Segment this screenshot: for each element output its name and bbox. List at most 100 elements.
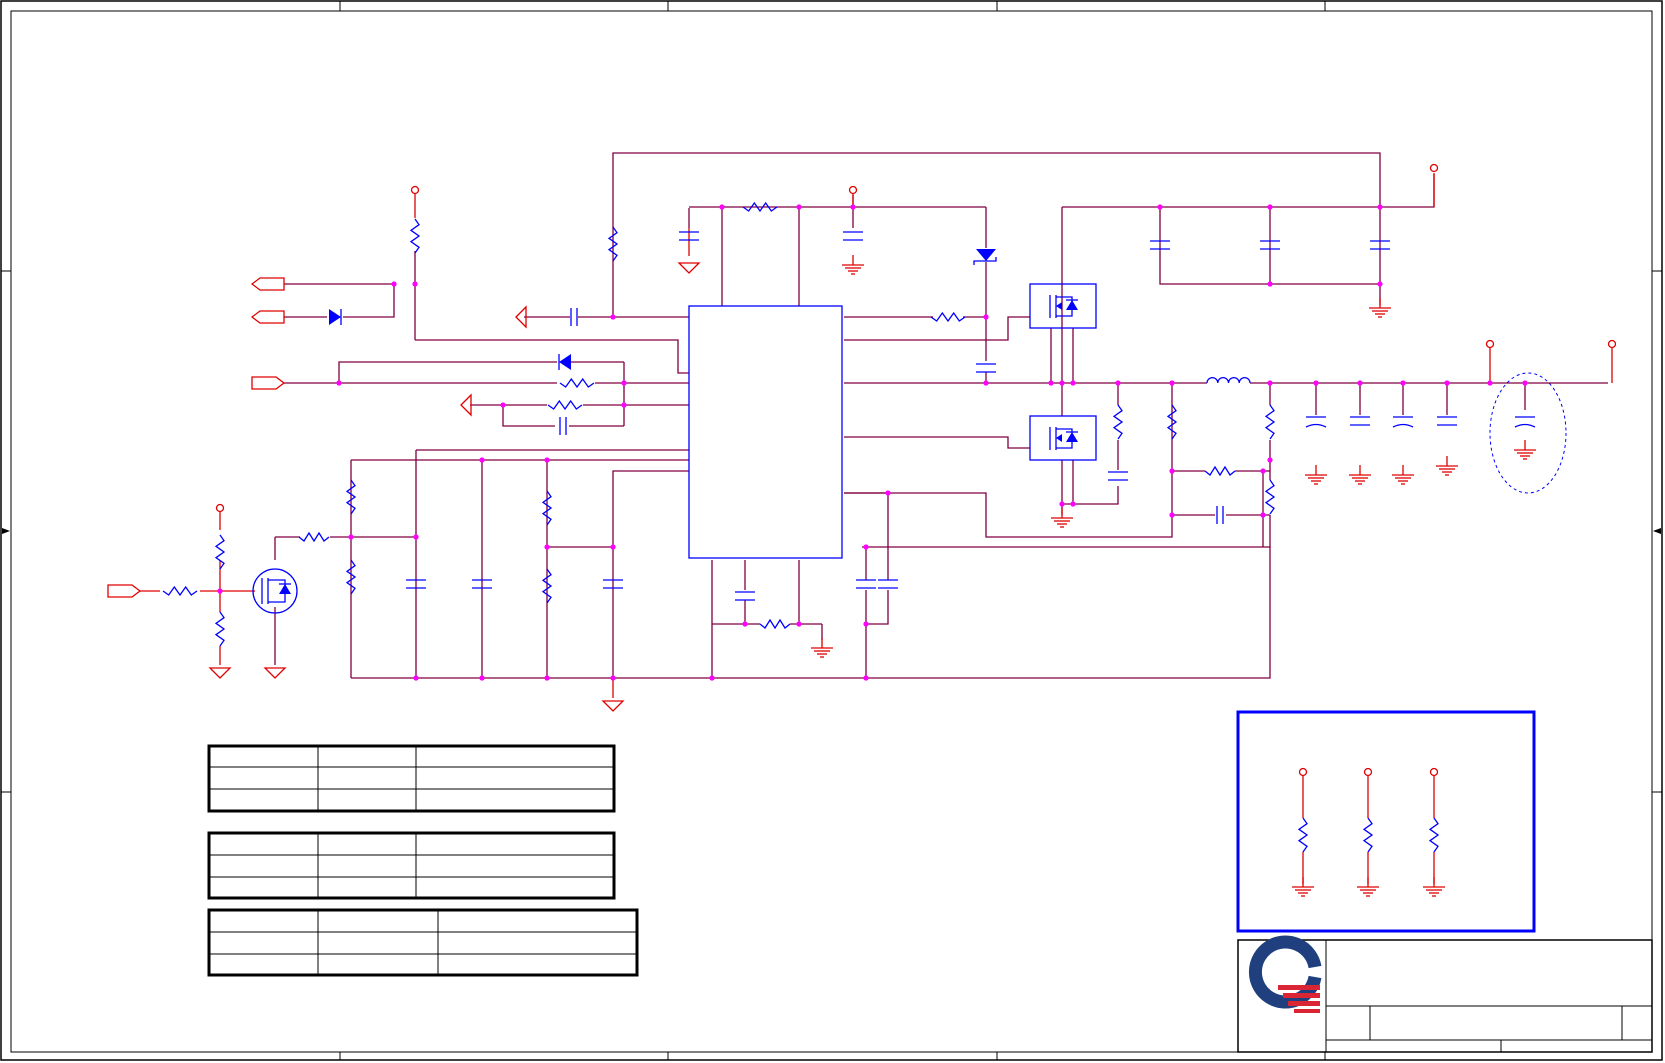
net-junction — [1260, 468, 1266, 474]
ground-icon — [1369, 298, 1391, 318]
net-junction — [610, 314, 616, 320]
net-junction — [1400, 380, 1406, 386]
port-arrow-icon — [460, 393, 472, 417]
resistor-icon — [1264, 404, 1276, 440]
net-junction — [1115, 380, 1121, 386]
ground-icon — [1392, 465, 1414, 485]
net-junction — [1487, 380, 1493, 386]
capacitor-icon — [1437, 416, 1457, 426]
ground-icon — [677, 262, 701, 274]
net-junction — [1267, 281, 1273, 287]
capacitor-icon — [735, 591, 755, 601]
capacitor-icon — [1392, 416, 1414, 428]
mosfet-high-side — [1029, 283, 1097, 329]
net-junction — [1070, 501, 1076, 507]
resistor-icon — [1112, 404, 1124, 440]
port-arrow-icon — [251, 376, 286, 390]
ground-icon — [263, 667, 287, 679]
resistor-icon — [1428, 817, 1440, 853]
net-junction — [1059, 501, 1065, 507]
net-junction — [885, 490, 891, 496]
net-junction — [1377, 204, 1383, 210]
capacitor-icon — [559, 417, 567, 435]
power-pin-icon — [1429, 767, 1439, 777]
capacitor-icon — [1108, 471, 1128, 481]
resistor-icon — [409, 218, 421, 254]
net-junction — [1357, 380, 1363, 386]
power-pin-icon — [1363, 767, 1373, 777]
net-junction — [391, 281, 397, 287]
net-junction — [413, 534, 419, 540]
net-junction — [544, 457, 550, 463]
net-junction — [1070, 380, 1076, 386]
net-junction — [1444, 380, 1450, 386]
net-junction — [983, 314, 989, 320]
net-junction — [413, 675, 419, 681]
ground-icon — [1349, 465, 1371, 485]
net-junction — [1377, 281, 1383, 287]
net-junction — [479, 675, 485, 681]
resistor-icon — [298, 531, 330, 543]
mosfet-enable — [252, 568, 298, 614]
net-junction — [742, 621, 748, 627]
net-junction — [500, 402, 506, 408]
net-junction — [621, 380, 627, 386]
inductor-icon — [1206, 377, 1251, 384]
net-junction — [719, 204, 725, 210]
optional-cap-outline — [1489, 372, 1567, 494]
net-junction — [610, 675, 616, 681]
ground-icon — [208, 667, 232, 679]
net-wires — [274, 152, 1608, 679]
resistor-icon — [214, 611, 226, 647]
net-junction — [863, 544, 869, 550]
power-pin-icon — [215, 503, 225, 513]
capacitor-icon — [570, 308, 578, 326]
bom-table-1 — [207, 744, 616, 813]
regulator-ic-icon — [688, 305, 843, 559]
net-junction — [412, 281, 418, 287]
net-junction — [850, 204, 856, 210]
net-junction — [1260, 512, 1266, 518]
pin-stubs — [140, 173, 1613, 698]
net-junction — [1267, 457, 1273, 463]
resistor-icon — [759, 618, 791, 630]
port-arrow-icon — [250, 277, 285, 291]
capacitor-icon — [843, 231, 863, 241]
resistor-icon — [1204, 465, 1236, 477]
net-junction — [1267, 204, 1273, 210]
power-pin-icon — [1298, 767, 1308, 777]
bom-table-2 — [207, 831, 616, 900]
capacitor-icon — [976, 363, 996, 373]
net-junction — [863, 621, 869, 627]
quanta-logo — [1248, 935, 1322, 1013]
resistor-icon — [930, 311, 966, 323]
ground-icon — [811, 638, 833, 658]
ground-icon — [1051, 508, 1073, 528]
net-junction — [544, 675, 550, 681]
capacitor-icon — [856, 579, 876, 589]
capacitor-icon — [1350, 416, 1370, 426]
resistor-icon — [559, 377, 595, 389]
net-junction — [1059, 380, 1065, 386]
power-pin-icon — [1429, 163, 1439, 173]
net-junction — [621, 402, 627, 408]
net-junction — [544, 544, 550, 550]
power-pin-icon — [1607, 339, 1617, 349]
net-junction — [1048, 380, 1054, 386]
ground-icon — [601, 700, 625, 712]
net-junction — [796, 204, 802, 210]
resistor-icon — [162, 585, 198, 597]
net-junction — [983, 380, 989, 386]
net-junction — [479, 457, 485, 463]
net-junction — [1169, 468, 1175, 474]
net-junction — [1267, 380, 1273, 386]
power-pin-icon — [848, 185, 858, 195]
capacitor-icon — [1216, 506, 1224, 524]
power-pin-icon — [410, 185, 420, 195]
net-junction — [1169, 380, 1175, 386]
net-junction — [1169, 512, 1175, 518]
net-junction — [1157, 204, 1163, 210]
strap-resistor-box — [1236, 710, 1536, 933]
capacitor-icon — [1514, 416, 1536, 428]
port-arrow-icon — [250, 310, 285, 324]
